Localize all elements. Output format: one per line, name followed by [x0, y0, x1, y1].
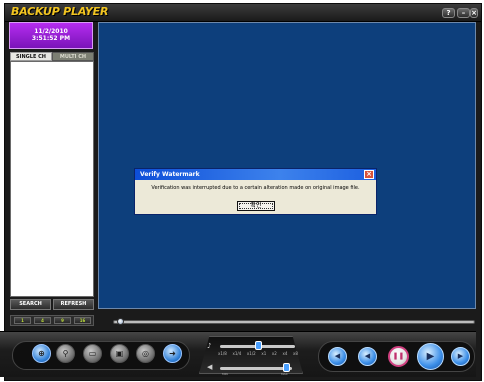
verify-watermark-dialog: Verify Watermark × Verification was inte…	[134, 168, 377, 215]
tab-single-ch[interactable]: SINGLE CH	[10, 52, 52, 61]
speed-tick: x1/8	[218, 351, 227, 356]
speed-tick: x8	[293, 351, 298, 356]
zoom-icon[interactable]: ⊕	[32, 344, 51, 363]
rewind-icon[interactable]: ◀	[358, 347, 377, 366]
channel-tabs: SINGLE CH MULTI CH	[10, 52, 94, 61]
print-glyph: ▭	[88, 349, 97, 358]
time-text: 3:51:52 PM	[31, 35, 71, 42]
save-glyph: ▣	[115, 349, 124, 358]
split-16-button[interactable]: 16	[74, 317, 91, 324]
speed-tick: x1/2	[246, 351, 256, 356]
video-display[interactable]	[98, 22, 476, 309]
channel-list[interactable]	[10, 61, 94, 297]
volume-slider-handle[interactable]	[283, 363, 290, 372]
search-button[interactable]: SEARCH	[10, 299, 51, 310]
speed-tick: x4	[282, 351, 288, 356]
title-bar: BACKUP PLAYER ? – ×	[5, 4, 481, 22]
speed-tick: x1	[261, 351, 267, 356]
dialog-message: Verification was interrupted due to a ce…	[151, 185, 360, 191]
volume-icon: ◀	[207, 363, 213, 371]
split-4-button[interactable]: 4	[34, 317, 51, 324]
dialog-title-bar: Verify Watermark ×	[135, 169, 376, 180]
speed-icon: ♪	[207, 342, 212, 350]
pause-icon[interactable]: ❚❚	[388, 346, 409, 367]
help-button[interactable]: ?	[442, 8, 455, 18]
datetime-display: 11/2/2010 3:51:52 PM	[9, 22, 93, 49]
volume-max-label: MAX	[281, 372, 288, 376]
export-glyph: ➜	[169, 349, 176, 358]
app-title: BACKUP PLAYER	[11, 5, 109, 18]
refresh-button[interactable]: REFRESH	[53, 299, 94, 310]
step-back-icon[interactable]: ◀	[328, 347, 347, 366]
date-text: 11/2/2010	[34, 28, 68, 35]
export-icon[interactable]: ➜	[163, 344, 182, 363]
split-mode-bar: 1 4 9 16	[10, 315, 94, 326]
seek-bar[interactable]	[113, 320, 475, 324]
close-button[interactable]: ×	[470, 8, 478, 18]
zoom-glyph: ⊕	[38, 349, 45, 358]
split-9-button[interactable]: 9	[54, 317, 71, 324]
step-forward-icon[interactable]: ▶	[451, 347, 470, 366]
watermark-icon[interactable]: ◎	[136, 344, 155, 363]
split-1-button[interactable]: 1	[14, 317, 31, 324]
dialog-ok-button[interactable]: 확인	[237, 201, 275, 211]
play-icon[interactable]: ▶	[417, 343, 444, 370]
volume-min-label: MIN	[222, 372, 228, 376]
minimize-button[interactable]: –	[457, 8, 470, 18]
dialog-title: Verify Watermark	[140, 171, 200, 178]
speed-slider-handle[interactable]	[255, 341, 262, 350]
volume-slider[interactable]	[220, 367, 292, 370]
watermark-glyph: ◎	[142, 349, 149, 358]
save-icon[interactable]: ▣	[110, 344, 129, 363]
speed-tick: x2	[271, 351, 277, 356]
speed-tick: x1/4	[232, 351, 242, 356]
search-glyph: ⚲	[62, 349, 69, 358]
search-icon[interactable]: ⚲	[56, 344, 75, 363]
tab-multi-ch[interactable]: MULTI CH	[52, 52, 94, 61]
print-icon[interactable]: ▭	[83, 344, 102, 363]
dialog-close-icon[interactable]: ×	[364, 170, 374, 179]
seek-handle[interactable]	[117, 318, 124, 325]
speed-ticks: x1/8 x1/4 x1/2 x1 x2 x4 x8	[218, 351, 298, 356]
